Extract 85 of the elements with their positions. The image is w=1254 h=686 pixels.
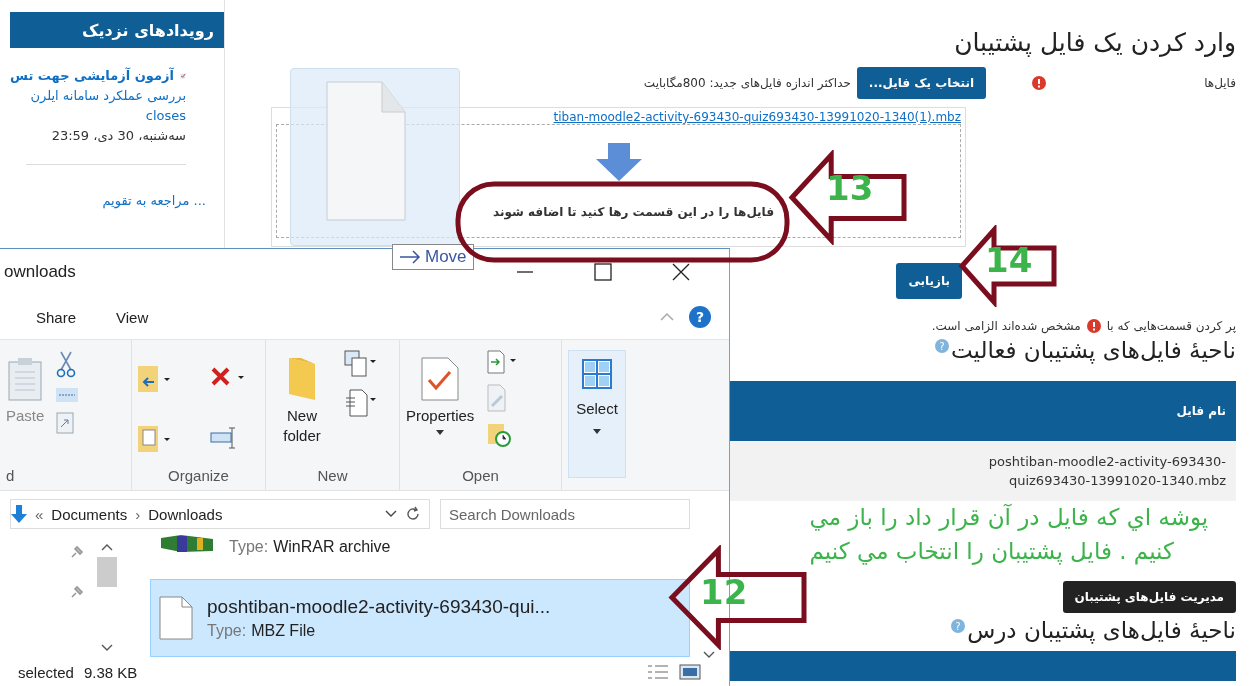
delete-icon[interactable] xyxy=(210,366,246,388)
clipboard-icon xyxy=(7,356,44,402)
file-name: poshtiban-moodle2-activity-693430-qui... xyxy=(207,596,551,618)
drop-hint: فایل‌ها را در این قسمت رها کنید تا اضافه شوند xyxy=(493,205,774,219)
breadcrumb[interactable]: Downloads xyxy=(148,505,223,523)
file-type: WinRAR archive xyxy=(273,538,391,556)
search-field[interactable]: Search Downloads xyxy=(440,499,690,529)
collapse-ribbon-icon[interactable] xyxy=(659,312,675,322)
calendar-link[interactable]: ... مراجعه به تقویم xyxy=(10,193,206,208)
column-header: نام فایل xyxy=(1176,404,1226,418)
step-number: 13 xyxy=(826,168,874,208)
copy-path-icon[interactable] xyxy=(56,388,79,402)
dropdown-caret-icon[interactable] xyxy=(593,429,601,434)
type-label: Type: xyxy=(229,538,269,556)
selected-file-row[interactable]: poshtiban-moodle2-activity-693430-qui... Type: MBZ File xyxy=(150,579,690,657)
dropdown-caret-icon[interactable] xyxy=(436,430,445,435)
easy-access-icon[interactable] xyxy=(344,388,378,418)
dropdown-caret-icon[interactable] xyxy=(385,510,397,518)
path-separator: › xyxy=(135,505,141,523)
page-heading: وارد کردن یک فایل پشتیبان xyxy=(954,28,1236,57)
file-icon xyxy=(159,596,193,640)
properties-button[interactable]: Properties xyxy=(406,406,475,426)
event-text: closes xyxy=(144,107,186,125)
ribbon-tab[interactable]: Share xyxy=(16,308,97,326)
annotation-text: كنيم . فايل پشتيبان را انتخاب مي كنيم xyxy=(809,537,1174,567)
required-note: پر کردن قسمت‌هایی که با xyxy=(1106,319,1236,333)
maximize-icon[interactable] xyxy=(593,262,613,282)
tooltip-text: Move xyxy=(425,247,467,267)
choose-file-button[interactable]: انتخاب یک فایل... xyxy=(856,67,986,99)
large-icons-view-icon[interactable] xyxy=(679,664,701,680)
group-label: New xyxy=(316,467,349,484)
section-heading: ناحیهٔ فایل‌های پشتیبان درس xyxy=(967,617,1236,643)
breadcrumb[interactable]: Documents xyxy=(51,505,128,523)
required-icon xyxy=(1032,76,1046,90)
scroll-up-icon[interactable] xyxy=(101,543,113,551)
refresh-icon[interactable] xyxy=(405,506,421,522)
block-title: رویدادهای نزدیک xyxy=(82,20,214,40)
section-heading: ناحیهٔ فایل‌های پشتیبان فعالیت xyxy=(950,337,1236,363)
select-button[interactable]: Select xyxy=(576,399,618,419)
restore-button[interactable]: بازیابی xyxy=(896,263,962,299)
event-text: بررسی عملکرد سامانه ایلرن xyxy=(29,87,186,105)
step-number: 12 xyxy=(700,572,748,612)
window-title: ownloads xyxy=(4,262,76,282)
close-icon[interactable] xyxy=(671,262,691,282)
file-row[interactable]: Type: WinRAR archive xyxy=(150,537,690,571)
new-item-icon[interactable] xyxy=(344,350,378,378)
properties-icon xyxy=(420,356,461,402)
scrollbar-thumb[interactable] xyxy=(97,557,117,587)
copy-to-icon[interactable] xyxy=(138,425,172,454)
right-arrow-icon xyxy=(399,250,421,264)
field-label: فایل‌ها xyxy=(1203,76,1236,90)
event-text: سه‌شنبه، 30 دی، 23:59 xyxy=(50,127,186,145)
step-number: 14 xyxy=(985,240,1033,280)
scroll-down-icon[interactable] xyxy=(101,644,113,652)
pin-icon[interactable] xyxy=(70,585,84,599)
required-note: مشخص شده‌اند الزامی است. xyxy=(931,319,1081,333)
history-icon[interactable] xyxy=(486,422,513,448)
ribbon-tab[interactable]: View xyxy=(96,308,169,326)
file-link[interactable]: tiban-moodle2-activity-693430-quiz693430-13991020-1340(1).mbz xyxy=(276,110,961,124)
annotation-text: پوشه اي كه فايل در آن قرار داد را باز مي xyxy=(809,502,1209,533)
status-text: selected xyxy=(18,663,74,681)
down-arrow-icon xyxy=(595,143,642,181)
file-type: MBZ File xyxy=(251,622,316,640)
scroll-down-icon[interactable] xyxy=(703,651,715,659)
pin-icon[interactable] xyxy=(70,545,84,559)
select-icon xyxy=(582,359,612,389)
address-bar[interactable]: « Documents › Downloads xyxy=(10,499,430,529)
group-label: Organize xyxy=(167,467,230,484)
status-size: 9.38 KB xyxy=(83,663,138,681)
group-label: Open xyxy=(461,467,500,484)
path-overflow-chevron[interactable]: « xyxy=(35,505,44,523)
move-to-icon[interactable] xyxy=(138,366,172,394)
manage-backups-button[interactable]: مدیریت فایل‌های پشتیبان xyxy=(1062,581,1236,613)
new-folder-button[interactable]: New folder xyxy=(272,406,332,446)
down-arrow-icon xyxy=(11,505,27,523)
table-cell-text: poshtiban-moodle2-activity-693430-quiz693430-13991020-1340.mbz xyxy=(987,453,1226,490)
required-icon xyxy=(1086,319,1101,333)
help-icon[interactable]: ? xyxy=(689,306,711,328)
scissors-icon[interactable] xyxy=(56,350,77,378)
type-label: Type: xyxy=(207,622,247,640)
event-title[interactable]: آزمون آزمایشی جهت تس xyxy=(10,66,174,86)
file-icon xyxy=(326,81,406,221)
archive-icon xyxy=(159,534,215,554)
group-label: d xyxy=(6,467,16,484)
max-size-text: حداکثر اندازه فایل‌های جدید: 800مگابایت xyxy=(643,76,851,90)
